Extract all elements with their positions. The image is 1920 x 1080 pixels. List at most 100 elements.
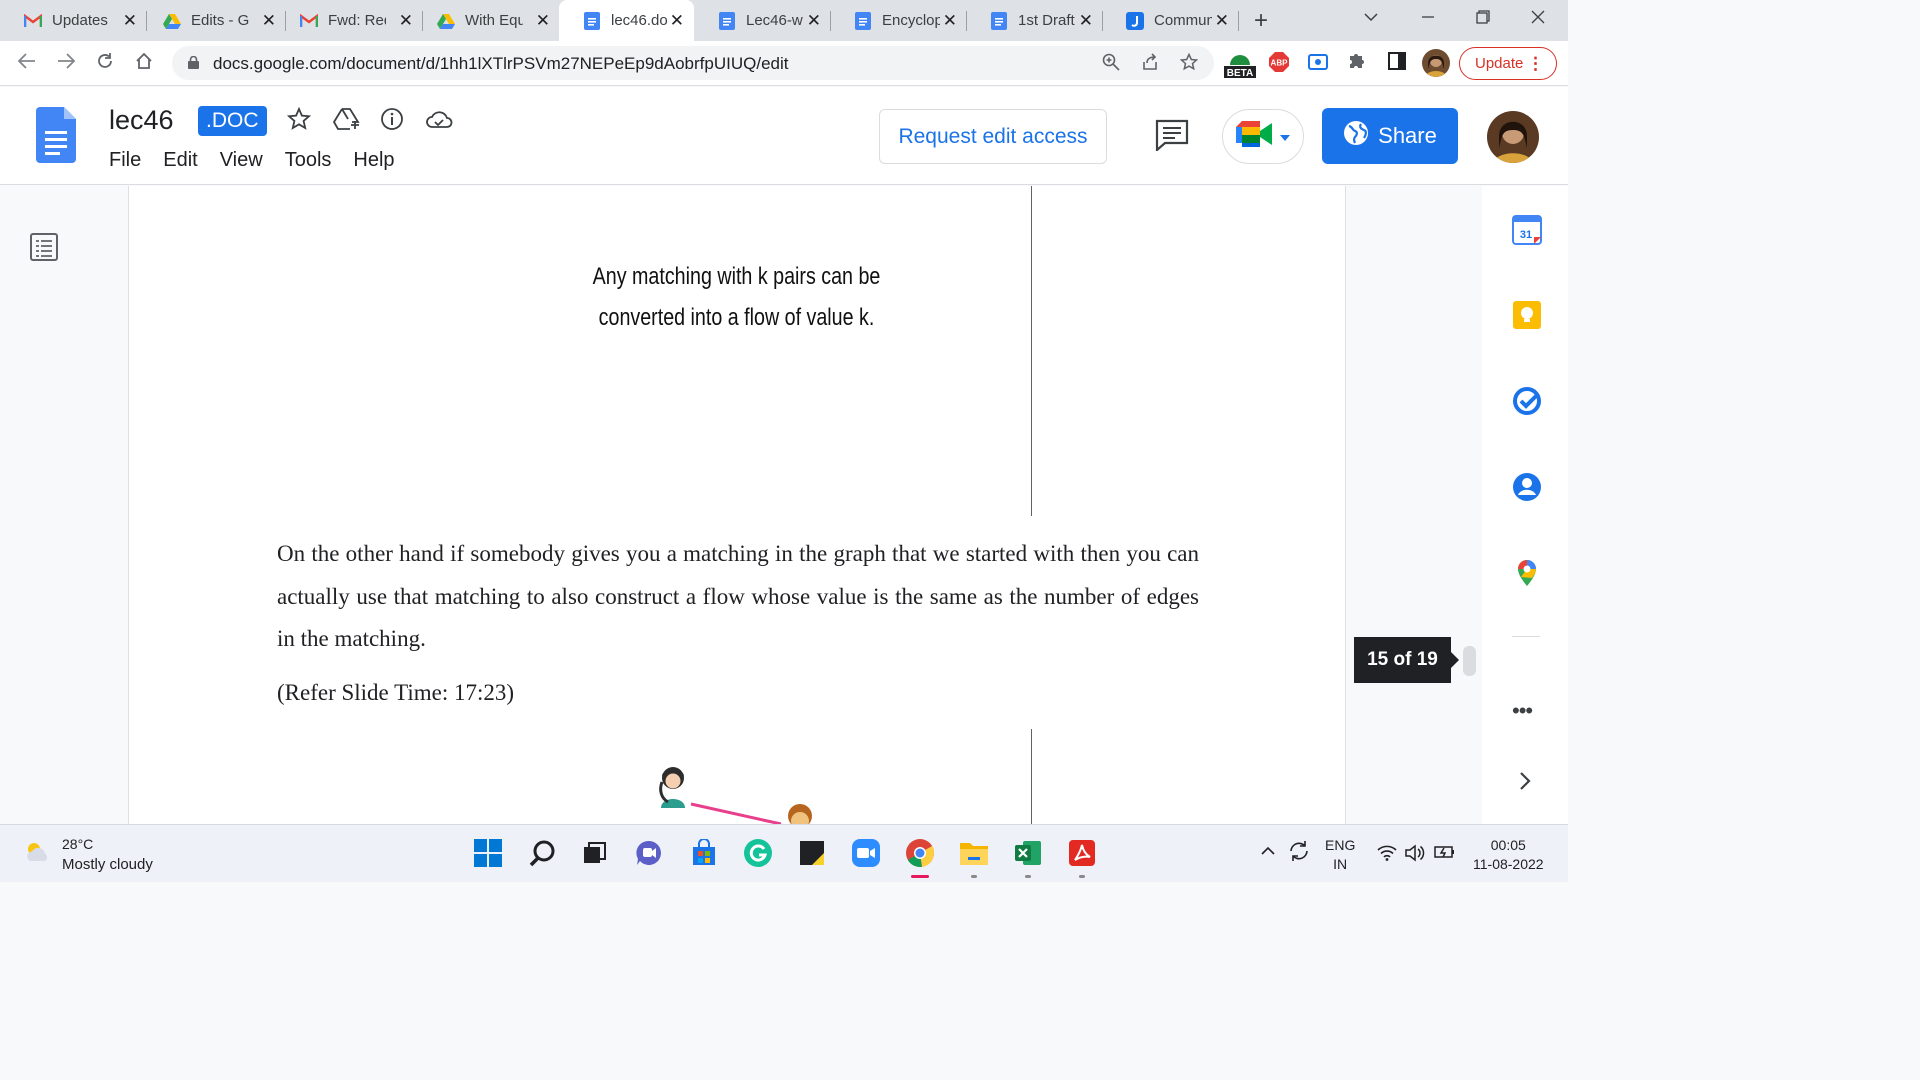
tab-commun[interactable]: Commun ✕ xyxy=(1102,0,1239,41)
menu-help[interactable]: Help xyxy=(353,149,394,172)
region-code: IN xyxy=(1333,856,1348,872)
cloud-saved-icon[interactable] xyxy=(425,107,453,136)
share-button[interactable]: Share xyxy=(1322,108,1458,164)
meet-button[interactable] xyxy=(1222,109,1304,164)
beta-extension-icon[interactable]: BETA xyxy=(1224,49,1256,84)
keep-icon[interactable] xyxy=(1512,300,1542,335)
more-icon[interactable]: ••• xyxy=(1512,698,1533,724)
weather-temperature[interactable]: 28°C xyxy=(62,836,93,852)
task-view-icon[interactable] xyxy=(579,838,609,868)
scrollbar-thumb[interactable] xyxy=(1463,646,1476,676)
close-icon[interactable]: ✕ xyxy=(536,11,550,31)
zoom-meetings-icon[interactable] xyxy=(851,838,881,868)
search-icon[interactable] xyxy=(528,838,558,868)
menu-tools[interactable]: Tools xyxy=(285,149,332,172)
star-icon[interactable] xyxy=(286,106,312,136)
maps-icon[interactable] xyxy=(1512,558,1542,593)
tab-updates[interactable]: Updates ✕ xyxy=(0,0,147,41)
menu-view[interactable]: View xyxy=(220,149,263,172)
close-icon[interactable]: ✕ xyxy=(399,11,413,31)
lock-icon[interactable] xyxy=(188,55,199,69)
system-clock[interactable]: 00:05 11-08-2022 xyxy=(1473,836,1544,874)
volume-icon[interactable] xyxy=(1405,844,1425,865)
excel-icon[interactable] xyxy=(1013,838,1043,868)
info-icon[interactable] xyxy=(380,107,404,136)
tab-1st-draft[interactable]: 1st Draft ✕ xyxy=(966,0,1103,41)
side-panel-icon[interactable] xyxy=(1387,51,1407,76)
wifi-icon[interactable] xyxy=(1377,845,1397,864)
reload-icon[interactable] xyxy=(95,51,115,77)
bookmark-star-icon[interactable] xyxy=(1179,52,1199,76)
globe-icon xyxy=(1343,120,1369,152)
tab-edits[interactable]: Edits - G ✕ xyxy=(139,0,286,41)
windows-start-icon[interactable] xyxy=(473,838,503,868)
grammarly-icon[interactable] xyxy=(743,838,773,868)
close-icon[interactable]: ✕ xyxy=(807,11,821,31)
file-explorer-icon[interactable] xyxy=(959,838,989,868)
restore-icon[interactable] xyxy=(1476,8,1490,29)
zoom-icon[interactable] xyxy=(1102,53,1120,76)
body-paragraph: On the other hand if somebody gives you … xyxy=(277,541,1199,651)
chrome-icon[interactable] xyxy=(905,838,935,868)
sync-icon[interactable] xyxy=(1287,839,1311,866)
tasks-icon[interactable] xyxy=(1512,386,1542,421)
menu-edit[interactable]: Edit xyxy=(163,149,197,172)
close-icon[interactable]: ✕ xyxy=(262,11,276,31)
screen-record-icon[interactable] xyxy=(1308,54,1328,75)
close-icon[interactable]: ✕ xyxy=(670,11,684,31)
cloudy-weather-icon[interactable] xyxy=(24,839,52,870)
minimize-icon[interactable] xyxy=(1421,8,1435,29)
update-label: Update xyxy=(1475,55,1524,72)
language-indicator[interactable]: ENG IN xyxy=(1325,836,1355,874)
back-icon[interactable] xyxy=(17,51,37,77)
tab-lec46-active[interactable]: lec46.do ✕ xyxy=(559,0,694,41)
menu-file[interactable]: File xyxy=(109,149,141,172)
calendar-icon[interactable]: 31 xyxy=(1512,215,1542,250)
profile-avatar[interactable] xyxy=(1422,49,1450,77)
clock-date: 11-08-2022 xyxy=(1473,856,1544,872)
docs-logo-icon[interactable] xyxy=(36,107,76,168)
battery-icon[interactable] xyxy=(1434,845,1456,862)
microsoft-store-icon[interactable] xyxy=(689,838,719,868)
j-icon xyxy=(1126,11,1144,30)
new-tab-icon[interactable]: + xyxy=(1254,7,1268,35)
chevron-up-icon[interactable] xyxy=(1261,843,1275,859)
forward-icon[interactable] xyxy=(56,51,76,77)
update-button[interactable]: Update ⋮ xyxy=(1459,47,1557,80)
close-window-icon[interactable] xyxy=(1531,8,1545,29)
weather-condition[interactable]: Mostly cloudy xyxy=(62,856,153,873)
tab-with-equ[interactable]: With Equ ✕ xyxy=(413,0,560,41)
expand-icon[interactable] xyxy=(1512,768,1538,799)
tab-title: Fwd: Req xyxy=(328,12,386,29)
teams-chat-icon[interactable] xyxy=(634,838,664,868)
home-icon[interactable] xyxy=(134,51,154,77)
close-icon[interactable]: ✕ xyxy=(943,11,957,31)
adblock-icon[interactable]: ABP xyxy=(1268,51,1290,78)
close-icon[interactable]: ✕ xyxy=(1215,11,1229,31)
tab-title: 1st Draft xyxy=(1018,12,1075,29)
close-icon[interactable]: ✕ xyxy=(123,11,137,31)
request-edit-access-button[interactable]: Request edit access xyxy=(879,109,1107,164)
account-avatar[interactable] xyxy=(1487,111,1539,163)
tab-search-icon[interactable] xyxy=(1364,6,1378,27)
tab-fwd[interactable]: Fwd: Req ✕ xyxy=(276,0,423,41)
close-icon[interactable]: ✕ xyxy=(1079,11,1093,31)
document-page[interactable]: Any matching with k pairs can be convert… xyxy=(128,186,1346,830)
extensions-puzzle-icon[interactable] xyxy=(1347,51,1367,76)
document-outline-icon[interactable] xyxy=(30,233,58,266)
sticky-notes-icon[interactable] xyxy=(797,838,827,868)
tab-lec46-w[interactable]: Lec46-w ✕ xyxy=(694,0,831,41)
slide-line-1: Any matching with k pairs can be xyxy=(592,263,881,290)
acrobat-icon[interactable] xyxy=(1067,838,1097,868)
tab-encyclop[interactable]: Encyclop ✕ xyxy=(830,0,967,41)
comment-history-icon[interactable] xyxy=(1155,119,1189,156)
tab-title: Updates xyxy=(52,12,108,29)
move-to-drive-icon[interactable] xyxy=(332,107,361,136)
share-page-icon[interactable] xyxy=(1141,53,1159,76)
meet-icon xyxy=(1236,119,1274,154)
address-bar[interactable]: docs.google.com/document/d/1hh1lXTlrPSVm… xyxy=(172,46,1214,80)
document-title[interactable]: lec46 xyxy=(109,105,174,136)
slide-reference: (Refer Slide Time: 17:23) xyxy=(277,680,515,705)
gmail-icon xyxy=(24,12,42,30)
contacts-icon[interactable] xyxy=(1512,472,1542,507)
